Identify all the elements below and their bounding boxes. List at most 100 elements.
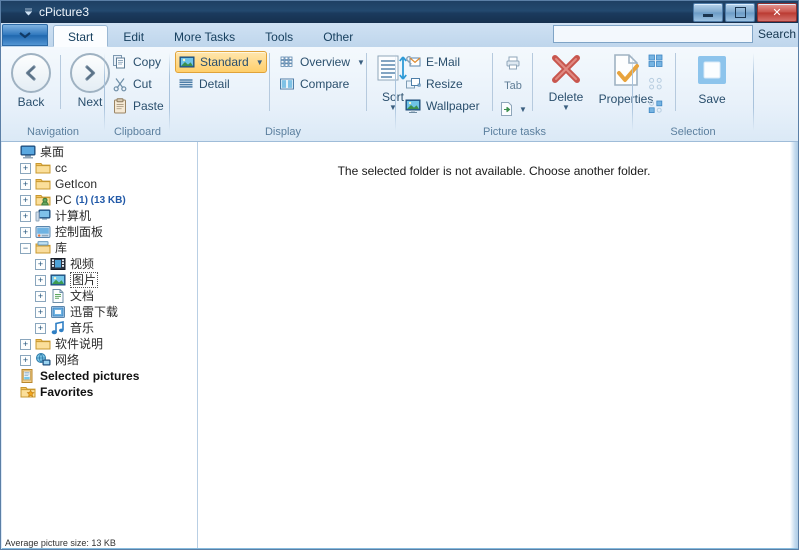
expand-icon[interactable]: +: [20, 227, 31, 238]
two-pane-icon: [279, 76, 295, 92]
expand-icon[interactable]: +: [20, 339, 31, 350]
delete-button[interactable]: Delete ▼: [538, 49, 594, 119]
overview-button[interactable]: Overview ▼: [276, 51, 362, 73]
print-button[interactable]: [500, 52, 526, 74]
divider: [492, 53, 493, 111]
tree-item[interactable]: + 文档: [2, 288, 197, 304]
invert-selection-button[interactable]: [645, 98, 667, 118]
expand-icon[interactable]: +: [35, 323, 46, 334]
expand-icon[interactable]: +: [20, 195, 31, 206]
back-label: Back: [18, 96, 45, 109]
export-button[interactable]: ▼: [500, 98, 526, 120]
tree-item-label: 桌面: [40, 145, 64, 159]
close-button[interactable]: ✕: [757, 3, 797, 22]
pictures-icon: [50, 272, 66, 288]
expand-icon[interactable]: +: [35, 259, 46, 270]
group-label-selection: Selection: [633, 126, 753, 138]
tree-item[interactable]: + GetIcon: [2, 176, 197, 192]
ribbon-group-navigation: Back Next Navigation: [1, 47, 105, 141]
search-button[interactable]: Search: [758, 27, 796, 41]
copy-button[interactable]: Copy: [109, 51, 164, 73]
tree-item[interactable]: + 控制面板: [2, 224, 197, 240]
compare-button[interactable]: Compare: [276, 73, 362, 95]
tree-item[interactable]: + 计算机: [2, 208, 197, 224]
tree-item-label: 视频: [70, 257, 94, 271]
content-area[interactable]: The selected folder is not available. Ch…: [198, 142, 790, 548]
tree-item-label: 软件说明: [55, 337, 103, 351]
control-panel-icon: [35, 224, 51, 240]
rename-button[interactable]: Tab: [500, 75, 526, 97]
invert-selection-icon: [647, 99, 665, 118]
tree-item[interactable]: +图片: [2, 272, 197, 288]
tree-item[interactable]: + 软件说明: [2, 336, 197, 352]
tab-start[interactable]: Start: [53, 25, 108, 47]
back-button[interactable]: Back: [3, 49, 59, 119]
expand-icon[interactable]: +: [20, 163, 31, 174]
minimize-button[interactable]: [693, 3, 723, 22]
group-label-picture-tasks: Picture tasks: [396, 126, 633, 138]
tree-item-label: GetIcon: [55, 177, 97, 191]
export-icon: [499, 101, 515, 117]
folder-tree: 桌面+cc+GetIcon+PC(1) (13 KB)+计算机+控制面板−库+视…: [2, 144, 197, 400]
tab-more-tasks[interactable]: More Tasks: [159, 25, 250, 47]
expand-icon[interactable]: +: [35, 275, 46, 286]
scissors-icon: [112, 76, 128, 92]
divider: [675, 53, 676, 111]
application-window: cPicture3 ✕ Start Edit More Tasks Tools …: [0, 0, 799, 550]
expand-icon[interactable]: +: [20, 355, 31, 366]
search-input-wrapper[interactable]: [553, 25, 753, 43]
collapse-icon[interactable]: −: [20, 243, 31, 254]
expand-icon[interactable]: +: [20, 179, 31, 190]
tree-item-label: 控制面板: [55, 225, 103, 239]
wallpaper-button[interactable]: Wallpaper: [402, 95, 490, 117]
tree-item[interactable]: Selected pictures: [2, 368, 197, 384]
wallpaper-label: Wallpaper: [426, 99, 480, 113]
tree-item[interactable]: Favorites: [2, 384, 197, 400]
save-button[interactable]: Save: [684, 49, 740, 119]
expand-icon[interactable]: +: [20, 211, 31, 222]
tree-item[interactable]: +PC(1) (13 KB): [2, 192, 197, 208]
paste-button[interactable]: Paste: [109, 95, 167, 117]
group-label-display: Display: [170, 126, 396, 138]
tree-item-label: 计算机: [55, 209, 91, 223]
tab-other[interactable]: Other: [308, 25, 368, 47]
rename-tab-icon: Tab: [504, 80, 522, 92]
title-bar: cPicture3 ✕: [1, 1, 799, 24]
tree-item[interactable]: +cc: [2, 160, 197, 176]
expand-icon[interactable]: +: [35, 291, 46, 302]
email-button[interactable]: E-Mail: [402, 51, 490, 73]
tree-item-label: PC: [55, 193, 72, 207]
desktop-icon: [20, 144, 36, 160]
tree-item[interactable]: + 网络: [2, 352, 197, 368]
resize-button[interactable]: Resize: [402, 73, 490, 95]
tree-item[interactable]: −库: [2, 240, 197, 256]
tab-edit[interactable]: Edit: [108, 25, 159, 47]
tree-item[interactable]: +音乐: [2, 320, 197, 336]
chevron-down-icon[interactable]: ▼: [357, 58, 365, 67]
select-none-button[interactable]: [645, 75, 667, 95]
folder-tree-panel[interactable]: 桌面+cc+GetIcon+PC(1) (13 KB)+计算机+控制面板−库+视…: [2, 142, 198, 548]
window-menu-chevron-icon[interactable]: [23, 6, 34, 17]
chevron-down-icon[interactable]: ▼: [256, 58, 264, 67]
clipboard-icon: [112, 98, 128, 114]
chevron-down-icon[interactable]: ▼: [562, 104, 570, 112]
library-icon: [35, 240, 51, 256]
search-input[interactable]: [554, 26, 752, 42]
expand-icon[interactable]: +: [35, 307, 46, 318]
cut-label: Cut: [133, 77, 152, 91]
detail-view-button[interactable]: Detail: [175, 73, 267, 95]
application-menu-button[interactable]: [2, 24, 48, 46]
tree-item[interactable]: +迅雷下载: [2, 304, 197, 320]
standard-view-button[interactable]: Standard ▼: [175, 51, 267, 73]
tree-item[interactable]: 桌面: [2, 144, 197, 160]
tree-item[interactable]: + 视频: [2, 256, 197, 272]
chevron-down-icon[interactable]: ▼: [519, 105, 527, 114]
divider: [269, 53, 270, 111]
tree-item-label: 网络: [55, 353, 79, 367]
select-all-button[interactable]: [645, 52, 667, 72]
tab-tools[interactable]: Tools: [250, 25, 308, 47]
detail-view-label: Detail: [199, 77, 230, 91]
tree-item-label: 文档: [70, 289, 94, 303]
maximize-button[interactable]: [725, 3, 755, 22]
cut-button[interactable]: Cut: [109, 73, 155, 95]
